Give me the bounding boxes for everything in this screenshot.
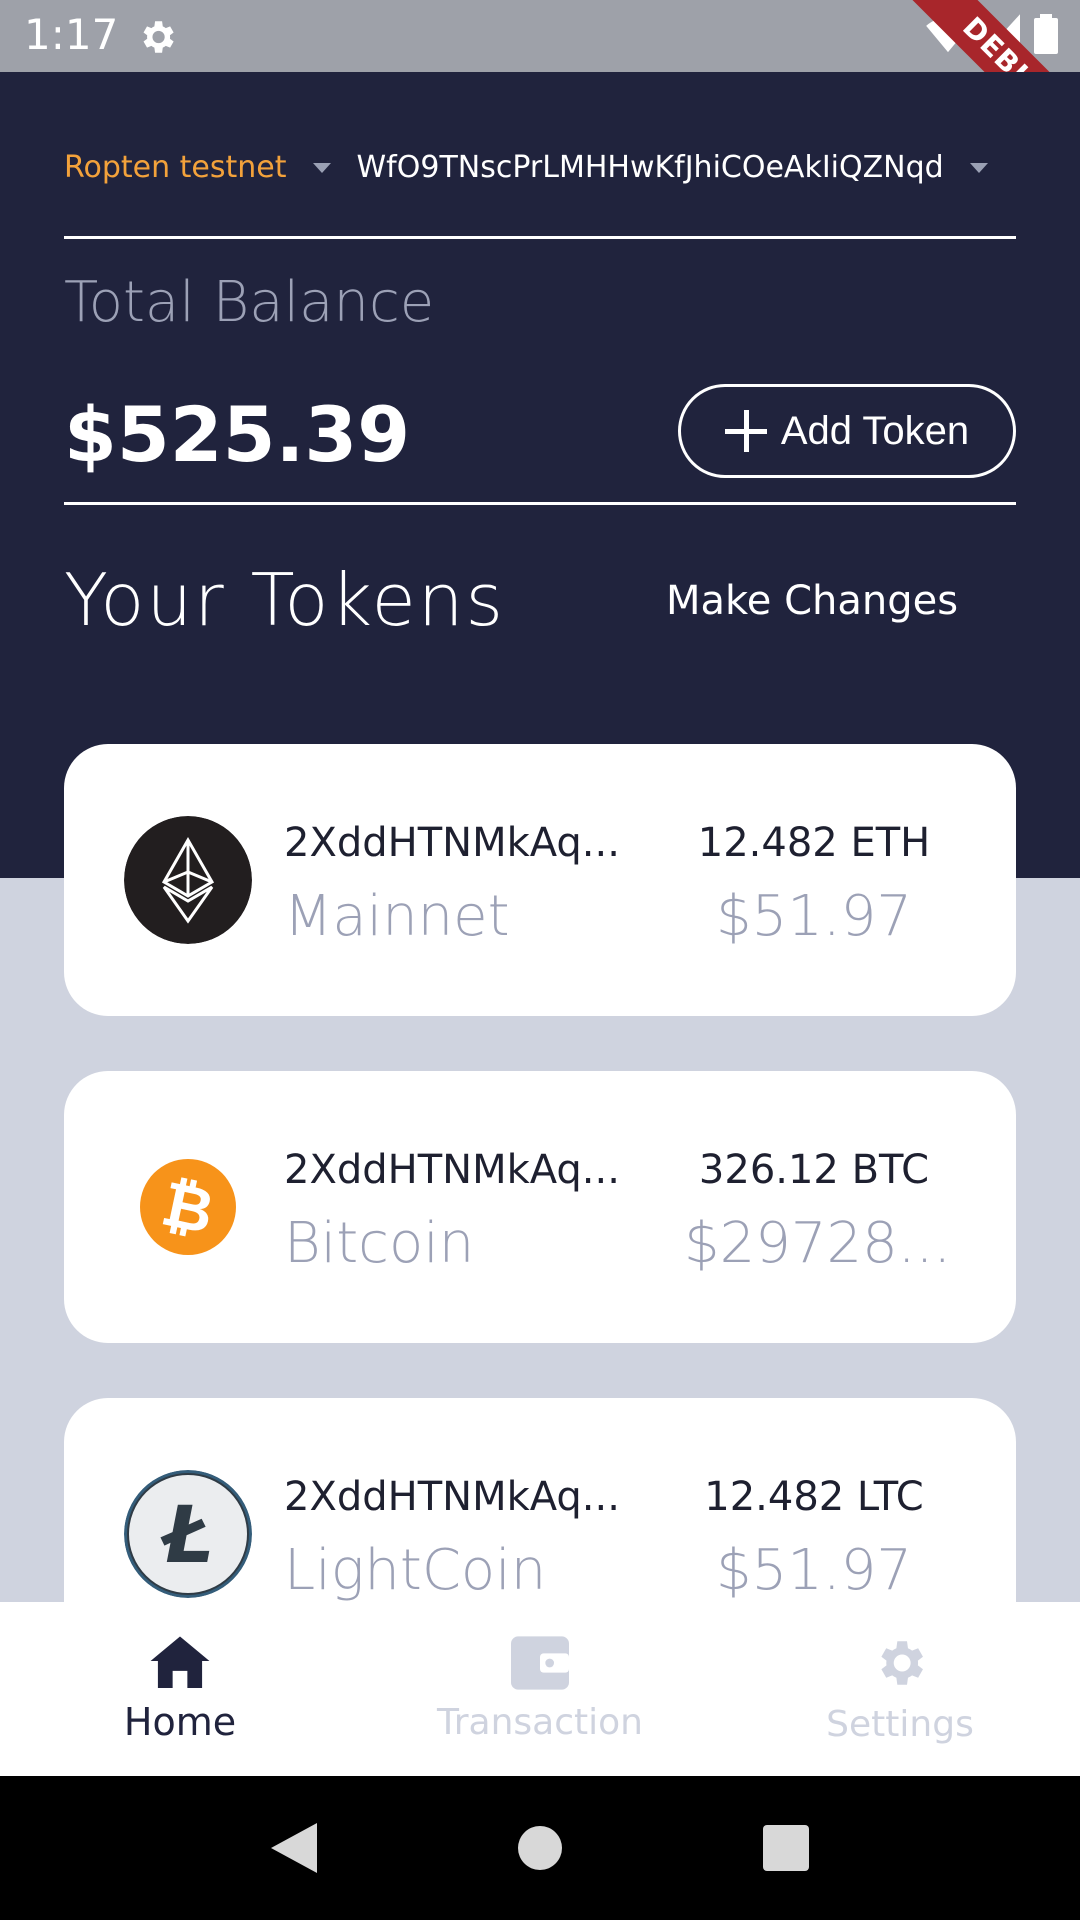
account-chevron-down-icon[interactable] — [969, 162, 988, 173]
litecoin-icon: Ł — [124, 1470, 252, 1598]
system-navigation-bar — [0, 1776, 1080, 1920]
network-chevron-down-icon[interactable] — [312, 162, 331, 173]
network-dropdown[interactable]: Ropten testnet — [64, 150, 287, 185]
add-token-button[interactable]: Add Token — [678, 384, 1016, 478]
token-card-eth[interactable]: 2XddHTNMkAq... Mainnet 12.482 ETH $51.97 — [64, 744, 1016, 1016]
account-dropdown[interactable]: WfO9TNscPrLMHHwKfJhiCOeAkIiQZNqd — [357, 150, 944, 185]
svg-text:Ł: Ł — [160, 1491, 214, 1581]
token-amount: 12.482 LTC — [704, 1474, 924, 1520]
token-name: Bitcoin — [284, 1211, 475, 1276]
token-address: 2XddHTNMkAq... — [284, 1147, 620, 1193]
nav-settings[interactable]: Settings — [720, 1602, 1080, 1776]
ethereum-icon — [124, 816, 252, 944]
token-usd-value: $51.97 — [716, 884, 912, 949]
token-usd-value: $29728... — [684, 1211, 944, 1276]
bitcoin-icon: ₿ — [140, 1159, 236, 1255]
status-bar: 1:17 DEBUG — [0, 0, 1080, 172]
make-changes-button[interactable]: Make Changes — [666, 578, 958, 624]
nav-home[interactable]: Home — [0, 1602, 360, 1776]
divider — [64, 236, 1016, 239]
home-circle-icon[interactable] — [517, 1825, 563, 1871]
token-card-btc[interactable]: ₿ 2XddHTNMkAq... Bitcoin 326.12 BTC $297… — [64, 1071, 1016, 1343]
battery-icon — [1034, 14, 1058, 54]
gear-icon — [881, 1640, 923, 1685]
back-icon[interactable] — [271, 1823, 317, 1873]
token-usd-value: $51.97 — [716, 1538, 912, 1603]
add-token-label: Add Token — [780, 408, 970, 453]
nav-transaction-label: Transaction — [437, 1701, 643, 1743]
app-screen: 1:17 DEBUG Ropten testnet WfO9TNscPrLMHH… — [0, 0, 1080, 1920]
nav-settings-label: Settings — [826, 1703, 974, 1745]
network-selector-row: Ropten testnet WfO9TNscPrLMHHwKfJhiCOeAk… — [64, 150, 998, 185]
nav-home-label: Home — [123, 1700, 237, 1744]
settings-status-icon — [143, 21, 174, 53]
home-icon — [150, 1636, 210, 1688]
bottom-navigation: Home Transaction Settings — [0, 1602, 1080, 1776]
total-balance-label: Total Balance — [64, 270, 435, 335]
token-amount: 326.12 BTC — [698, 1147, 930, 1193]
divider — [64, 502, 1016, 505]
token-name: LightCoin — [284, 1538, 547, 1603]
token-address: 2XddHTNMkAq... — [284, 1474, 620, 1520]
recents-icon[interactable] — [763, 1825, 809, 1871]
your-tokens-title: Your Tokens — [64, 558, 505, 642]
token-name: Mainnet — [284, 884, 510, 949]
token-address: 2XddHTNMkAq... — [284, 820, 620, 866]
status-time: 1:17 — [24, 10, 119, 59]
total-balance-value: $525.39 — [64, 390, 411, 479]
token-amount: 12.482 ETH — [697, 820, 931, 866]
wallet-icon — [511, 1635, 569, 1690]
plus-icon — [724, 410, 767, 452]
nav-transaction[interactable]: Transaction — [360, 1602, 720, 1776]
